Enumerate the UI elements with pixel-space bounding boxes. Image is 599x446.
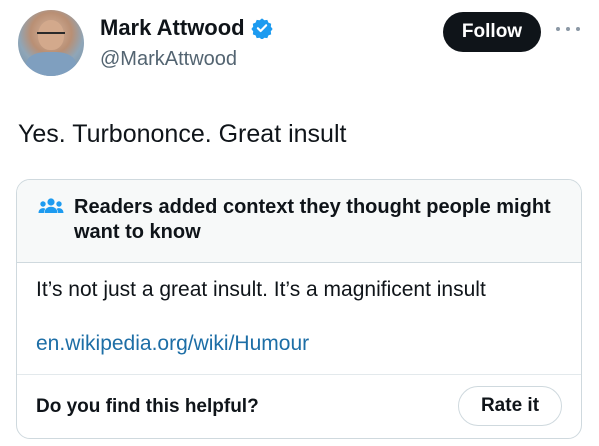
community-note-link[interactable]: en.wikipedia.org/wiki/Humour: [36, 330, 309, 358]
more-dot: [556, 27, 560, 31]
author-display-name[interactable]: Mark Attwood: [100, 14, 245, 42]
divider: [17, 374, 581, 375]
community-note-body: It’s not just a great insult. It’s a mag…: [36, 278, 486, 301]
avatar-glasses: [37, 32, 65, 40]
more-options-icon[interactable]: [556, 20, 580, 38]
community-note-header: Readers added context they thought peopl…: [17, 180, 581, 263]
community-note-title: Readers added context they thought peopl…: [74, 196, 551, 243]
more-dot: [566, 27, 570, 31]
author-name-row[interactable]: Mark Attwood: [100, 14, 273, 42]
people-icon: [38, 198, 64, 213]
more-dot: [576, 27, 580, 31]
rate-it-button[interactable]: Rate it: [458, 386, 562, 426]
follow-button[interactable]: Follow: [443, 12, 541, 52]
tweet-text: Yes. Turbononce. Great insult: [18, 120, 347, 148]
author-handle[interactable]: @MarkAttwood: [100, 46, 237, 72]
helpful-question: Do you find this helpful?: [36, 396, 259, 417]
community-note: Readers added context they thought peopl…: [16, 179, 582, 439]
avatar-body: [26, 52, 76, 76]
avatar[interactable]: [18, 10, 84, 76]
verified-badge-icon: [250, 18, 273, 39]
